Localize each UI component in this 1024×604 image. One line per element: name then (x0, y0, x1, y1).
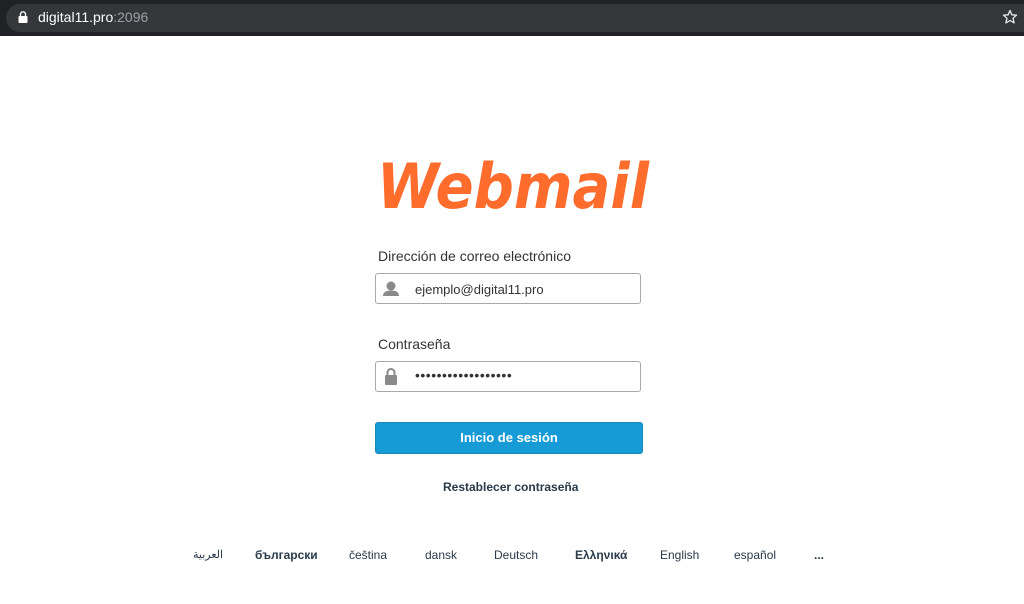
padlock-icon (385, 368, 397, 385)
bookmark-star-icon[interactable] (1002, 9, 1018, 25)
lang-german[interactable]: Deutsch (494, 548, 538, 562)
more-languages-button[interactable]: ... (814, 548, 824, 562)
browser-toolbar: digital11.pro:2096 (0, 0, 1024, 36)
webmail-logo: Webmail (377, 154, 650, 216)
lang-arabic[interactable]: العربية (193, 548, 223, 561)
password-value: •••••••••••••••••• (415, 367, 513, 383)
password-field[interactable]: •••••••••••••••••• (375, 361, 641, 392)
reset-password-link[interactable]: Restablecer contraseña (443, 480, 578, 494)
password-label: Contraseña (378, 336, 451, 352)
lang-bulgarian[interactable]: български (255, 548, 318, 562)
url-port: :2096 (113, 9, 149, 25)
user-icon (383, 281, 399, 296)
url-host: digital11.pro (38, 9, 114, 25)
login-button[interactable]: Inicio de sesión (375, 422, 643, 454)
lang-greek[interactable]: Ελληνικά (575, 548, 627, 562)
logo-text: Webmail (377, 154, 650, 216)
email-value: ejemplo@digital11.pro (415, 282, 544, 297)
lang-english[interactable]: English (660, 548, 699, 562)
lang-czech[interactable]: čeština (349, 548, 387, 562)
email-field[interactable]: ejemplo@digital11.pro (375, 273, 641, 304)
lock-icon (18, 11, 28, 23)
address-url[interactable]: digital11.pro:2096 (38, 9, 148, 25)
address-bar[interactable] (6, 4, 1024, 32)
lang-danish[interactable]: dansk (425, 548, 457, 562)
lang-spanish[interactable]: español (734, 548, 776, 562)
email-label: Dirección de correo electrónico (378, 248, 571, 264)
